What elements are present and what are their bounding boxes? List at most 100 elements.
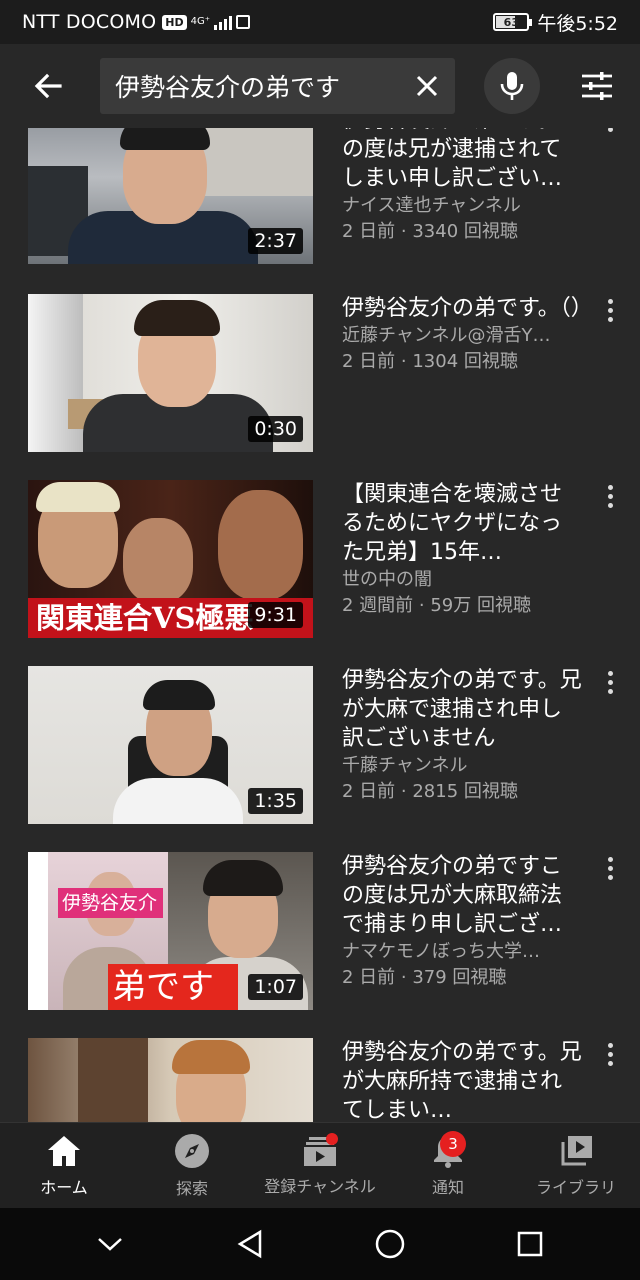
more-options-button[interactable] bbox=[596, 662, 624, 702]
video-metadata: 2 日前 · 2815 回視聴 bbox=[342, 781, 518, 802]
voice-search-button[interactable] bbox=[484, 58, 540, 114]
hair-shape bbox=[134, 300, 220, 336]
nav-notifications[interactable]: 3 通知 bbox=[384, 1123, 512, 1208]
chevron-down-icon bbox=[98, 1238, 122, 1251]
triangle-back-icon bbox=[237, 1229, 262, 1259]
status-icons: HD 4G⁺ bbox=[162, 14, 251, 30]
system-home-button[interactable] bbox=[368, 1222, 412, 1266]
home-icon bbox=[48, 1135, 80, 1166]
channel-name: 世の中の闇 bbox=[342, 569, 432, 590]
hair-shape bbox=[36, 482, 120, 512]
video-thumbnail[interactable]: 1:35 bbox=[28, 666, 313, 824]
person-shirt bbox=[113, 778, 243, 824]
compass-icon bbox=[175, 1133, 209, 1168]
more-options-button[interactable] bbox=[596, 848, 624, 888]
nav-home[interactable]: ホーム bbox=[0, 1123, 128, 1208]
video-title: 伊勢谷友介の弟ですこの度は兄が大麻取締法で捕まり申し訳ございません bbox=[342, 854, 563, 937]
video-result[interactable]: 伊勢谷友介 弟です 1:07 伊勢谷友介の弟ですこの度は兄が大麻取締法で捕まり申… bbox=[0, 852, 640, 1012]
network-type-icon: 4G⁺ bbox=[190, 16, 211, 27]
clock: 午後5:52 bbox=[537, 12, 618, 35]
hair-shape bbox=[143, 680, 215, 710]
video-duration: 0:30 bbox=[248, 416, 303, 442]
nav-label: 探索 bbox=[175, 1178, 208, 1198]
status-bar: NTT DOCOMO HD 4G⁺ 63 午後5:52 bbox=[0, 0, 640, 44]
video-title: 【関東連合を壊滅させるためにヤクザになった兄弟】15年… bbox=[342, 482, 563, 565]
more-options-button[interactable] bbox=[596, 476, 624, 516]
search-header: 伊勢谷友介の弟です bbox=[0, 44, 640, 128]
clear-search-button[interactable] bbox=[413, 72, 441, 100]
person-face bbox=[123, 518, 193, 603]
channel-name: ナイス達也チャンネル bbox=[342, 195, 521, 216]
hair-shape bbox=[120, 128, 210, 150]
hd-voice-icon: HD bbox=[162, 14, 187, 30]
thumbnail-overlay-text: 関東連合VS極悪 bbox=[36, 601, 254, 635]
video-result[interactable]: 伊勢谷友介の弟です。兄が大麻所持で逮捕されてしまい… bbox=[0, 1038, 640, 1122]
search-filter-button[interactable] bbox=[577, 66, 617, 106]
nav-label: ライブラリ bbox=[535, 1177, 616, 1197]
signal-strength-icon bbox=[214, 14, 233, 30]
video-result[interactable]: 2:37 伊勢谷友介の弟です。この度は兄が逮捕されてしまい申し訳ございません ナ… bbox=[0, 128, 640, 266]
nav-label: ホーム bbox=[40, 1177, 88, 1197]
notification-count-badge: 3 bbox=[440, 1131, 466, 1157]
video-metadata: 2 日前 · 379 回視聴 bbox=[342, 967, 507, 988]
video-thumbnail[interactable]: 関東連合VS極悪 9:31 bbox=[28, 480, 313, 638]
sim-icon bbox=[236, 15, 251, 29]
video-title: 伊勢谷友介の弟です。（） bbox=[342, 296, 582, 321]
search-query: 伊勢谷友介の弟です bbox=[115, 73, 341, 102]
battery-level: 63 bbox=[503, 15, 519, 29]
channel-name: 千藤チャンネル bbox=[342, 755, 468, 776]
more-options-button[interactable] bbox=[596, 1034, 624, 1074]
carrier-name: NTT DOCOMO bbox=[22, 11, 157, 33]
video-metadata: 2 日前 · 1304 回視聴 bbox=[342, 351, 518, 372]
door-shape bbox=[78, 1038, 148, 1122]
system-recents-button[interactable] bbox=[508, 1222, 552, 1266]
video-duration: 2:37 bbox=[248, 228, 303, 254]
video-thumbnail[interactable]: 2:37 bbox=[28, 128, 313, 264]
nav-library[interactable]: ライブラリ bbox=[512, 1123, 640, 1208]
close-icon bbox=[416, 75, 438, 97]
hair-shape bbox=[203, 860, 283, 896]
circle-home-icon bbox=[375, 1229, 405, 1259]
nav-subscriptions[interactable]: 登録チャンネル bbox=[256, 1123, 384, 1208]
building-shape bbox=[198, 128, 313, 196]
arrow-left-icon bbox=[34, 73, 62, 99]
battery-icon: 63 bbox=[493, 13, 533, 31]
library-icon bbox=[561, 1135, 592, 1165]
microphone-icon bbox=[500, 72, 524, 100]
video-metadata: 2 日前 · 3340 回視聴 bbox=[342, 221, 518, 242]
video-duration: 9:31 bbox=[248, 602, 303, 628]
back-button[interactable] bbox=[28, 66, 68, 106]
person-face bbox=[218, 490, 303, 600]
video-title: 伊勢谷友介の弟です。兄が大麻で逮捕され申し訳ございません bbox=[342, 668, 582, 751]
video-duration: 1:07 bbox=[248, 974, 303, 1000]
hide-nav-button[interactable] bbox=[88, 1222, 132, 1266]
video-result[interactable]: 関東連合VS極悪 9:31 【関東連合を壊滅させるためにヤクザになった兄弟】15… bbox=[0, 480, 640, 640]
video-duration: 1:35 bbox=[248, 788, 303, 814]
more-options-button[interactable] bbox=[596, 290, 624, 330]
hair-shape bbox=[172, 1040, 250, 1074]
video-metadata: 2 週間前 · 59万 回視聴 bbox=[342, 595, 531, 616]
sliders-icon bbox=[582, 72, 612, 100]
system-back-button[interactable] bbox=[228, 1222, 272, 1266]
video-title: 伊勢谷友介の弟です。この度は兄が逮捕されてしまい申し訳ございません bbox=[342, 128, 582, 191]
channel-name: ナマケモノぼっち大学… bbox=[342, 941, 540, 962]
nav-label: 通知 bbox=[431, 1177, 464, 1197]
search-input[interactable]: 伊勢谷友介の弟です bbox=[100, 58, 455, 114]
new-content-badge bbox=[326, 1133, 338, 1145]
search-results-list: 2:37 伊勢谷友介の弟です。この度は兄が逮捕されてしまい申し訳ございません ナ… bbox=[0, 128, 640, 1122]
video-title: 伊勢谷友介の弟です。兄が大麻所持で逮捕されてしまい… bbox=[342, 1040, 582, 1122]
bottom-navigation: ホーム 探索 登録チャンネル 3 通知 ライブラリ bbox=[0, 1122, 640, 1208]
channel-name: 近藤チャンネル@滑舌Y… bbox=[342, 325, 551, 346]
square-recents-icon bbox=[517, 1231, 543, 1257]
more-options-button[interactable] bbox=[596, 128, 624, 140]
video-thumbnail[interactable]: 伊勢谷友介 弟です 1:07 bbox=[28, 852, 313, 1010]
video-thumbnail[interactable] bbox=[28, 1038, 313, 1122]
video-result[interactable]: 1:35 伊勢谷友介の弟です。兄が大麻で逮捕され申し訳ございません 千藤チャンネ… bbox=[0, 666, 640, 826]
system-navigation-bar bbox=[0, 1208, 640, 1280]
video-thumbnail[interactable]: 0:30 bbox=[28, 294, 313, 452]
thumbnail-overlay-name: 伊勢谷友介 bbox=[62, 892, 158, 914]
nav-explore[interactable]: 探索 bbox=[128, 1123, 256, 1208]
video-result[interactable]: 0:30 伊勢谷友介の弟です。（） 近藤チャンネル@滑舌Y… 2 日前 · 13… bbox=[0, 294, 640, 454]
nav-label: 登録チャンネル bbox=[264, 1176, 376, 1196]
thumbnail-overlay-caption: 弟です bbox=[112, 967, 214, 1007]
